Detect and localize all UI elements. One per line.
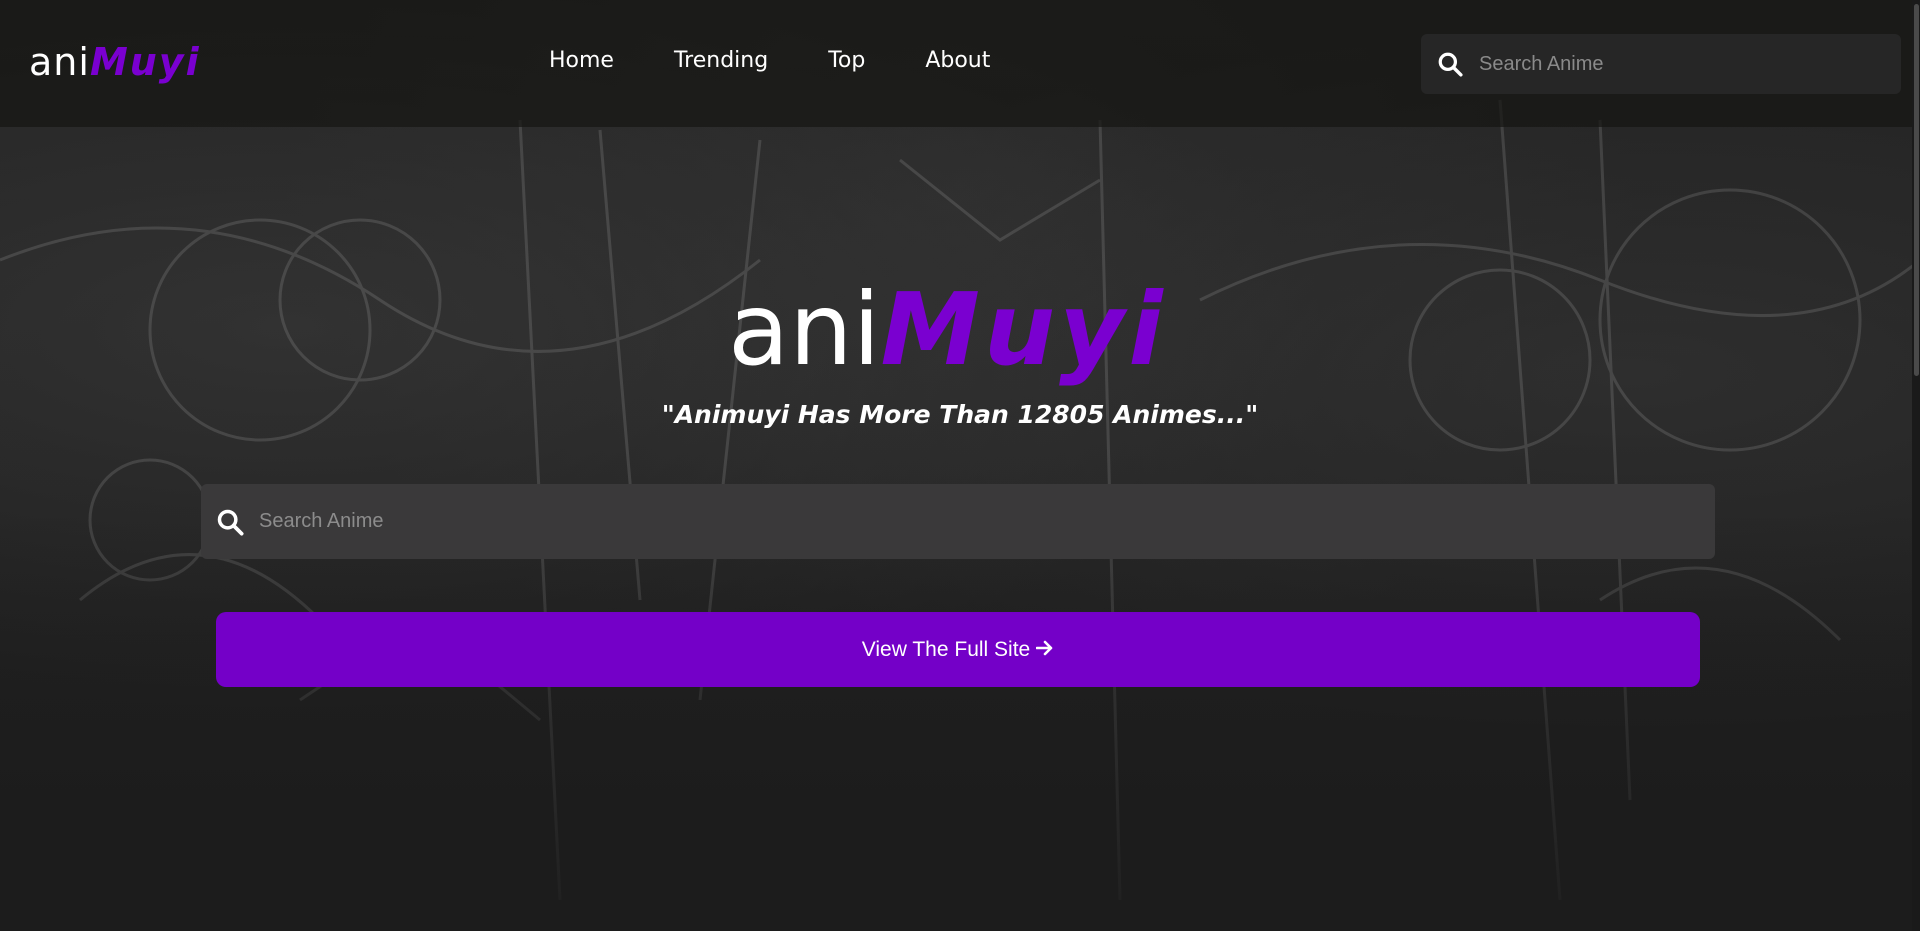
logo-text-muyi: Muyi [89, 40, 201, 84]
nav-trending-link[interactable]: Trending [674, 48, 768, 73]
search-icon[interactable] [213, 505, 247, 539]
main-nav: Home Trending Top About [549, 48, 1050, 73]
background-vignette [0, 0, 1920, 931]
nav-search-input[interactable] [1479, 52, 1879, 76]
nav-about-link[interactable]: About [925, 48, 990, 73]
logo-text-ani: ani [29, 40, 90, 84]
scrollbar-thumb[interactable] [1914, 4, 1919, 376]
view-full-site-button[interactable]: View The Full Site [216, 612, 1700, 687]
hero-search-input[interactable] [259, 510, 1659, 533]
nav-home-link[interactable]: Home [549, 48, 614, 73]
site-logo[interactable]: ani Muyi [29, 40, 201, 84]
hero-tagline: "Animuyi Has More Than 12805 Animes..." [661, 400, 1259, 429]
hero-logo-ani: ani [728, 271, 881, 388]
nav-top-link[interactable]: Top [828, 48, 865, 73]
view-full-site-label: View The Full Site [861, 637, 1031, 661]
hero-search-box[interactable] [201, 484, 1715, 559]
arrow-right-icon [1035, 638, 1054, 662]
hero-logo: ani Muyi [728, 280, 1167, 380]
nav-search-box[interactable] [1421, 34, 1901, 94]
top-navbar: ani Muyi Home Trending Top About [0, 0, 1920, 127]
search-icon[interactable] [1435, 49, 1465, 79]
page-scrollbar[interactable] [1912, 0, 1920, 931]
hero-logo-muyi: Muyi [880, 271, 1167, 388]
